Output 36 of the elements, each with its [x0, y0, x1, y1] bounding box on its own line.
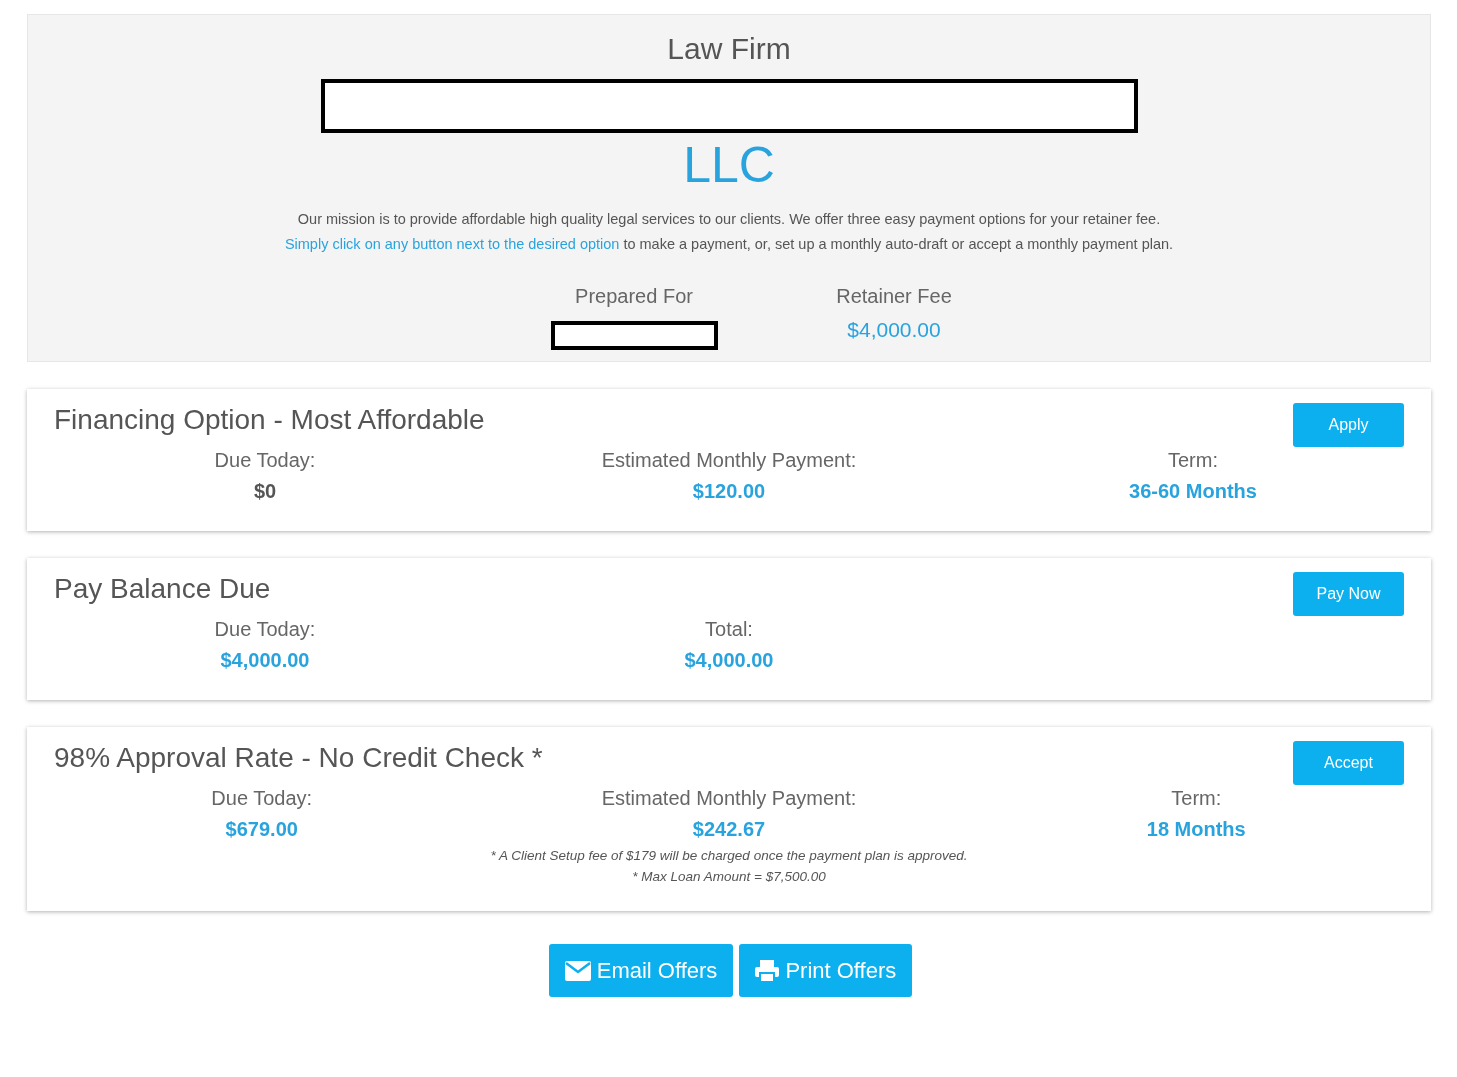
field-label: Term: [1171, 786, 1222, 811]
field-value: $242.67 [692, 817, 766, 842]
summary-label: Prepared For [575, 285, 693, 308]
footnote: * A Client Setup fee of $179 will be charged once the payment plan is approved. [490, 847, 968, 865]
field-label: Estimated Monthly Payment: [601, 448, 857, 473]
field-label: Due Today: [214, 448, 316, 473]
printer-icon [755, 959, 780, 982]
email-offers-button[interactable]: Email Offers [548, 944, 734, 997]
field-value: $4,000.00 [220, 648, 310, 673]
option-title: Pay Balance Due [54, 572, 271, 606]
field-value: $120.00 [692, 479, 766, 504]
field-label: Due Today: [214, 617, 316, 642]
field-value: $679.00 [225, 817, 298, 842]
field-label: Due Today: [211, 786, 313, 811]
option-title: 98% Approval Rate - No Credit Check * [54, 741, 543, 775]
firm-title: Law Firm [667, 31, 791, 67]
instruction-link[interactable]: Simply click on any button next to the desired option [284, 236, 620, 252]
field-label: Estimated Monthly Payment: [601, 786, 857, 811]
action-button[interactable]: Apply [1293, 403, 1404, 447]
field-value: $0 [253, 479, 277, 504]
mission-text: Our mission is to provide affordable high quality legal services to our clients. We offer three easy payment options for your retainer fee. [296, 210, 1162, 229]
action-button[interactable]: Accept [1293, 741, 1404, 785]
option-title: Financing Option - Most Affordable [54, 403, 485, 437]
field-value: $4,000.00 [684, 648, 774, 673]
footnote: * Max Loan Amount = $7,500.00 [632, 868, 826, 886]
field-label: Total: [705, 617, 753, 642]
field-value: 36-60 Months [1129, 479, 1257, 504]
field-value: 18 Months [1146, 817, 1246, 842]
summary-label: Retainer Fee [836, 285, 952, 308]
mission-text: to make a payment, or, set up a monthly auto-draft or accept a monthly payment plan. [623, 236, 1174, 252]
action-button[interactable]: Pay Now [1293, 572, 1404, 616]
retainer-fee: $4,000.00 [847, 318, 941, 342]
print-offers-button[interactable]: Print Offers [739, 944, 913, 997]
firm-subtitle: LLC [683, 137, 775, 193]
field-label: Term: [1168, 448, 1218, 473]
mail-icon [564, 960, 591, 981]
